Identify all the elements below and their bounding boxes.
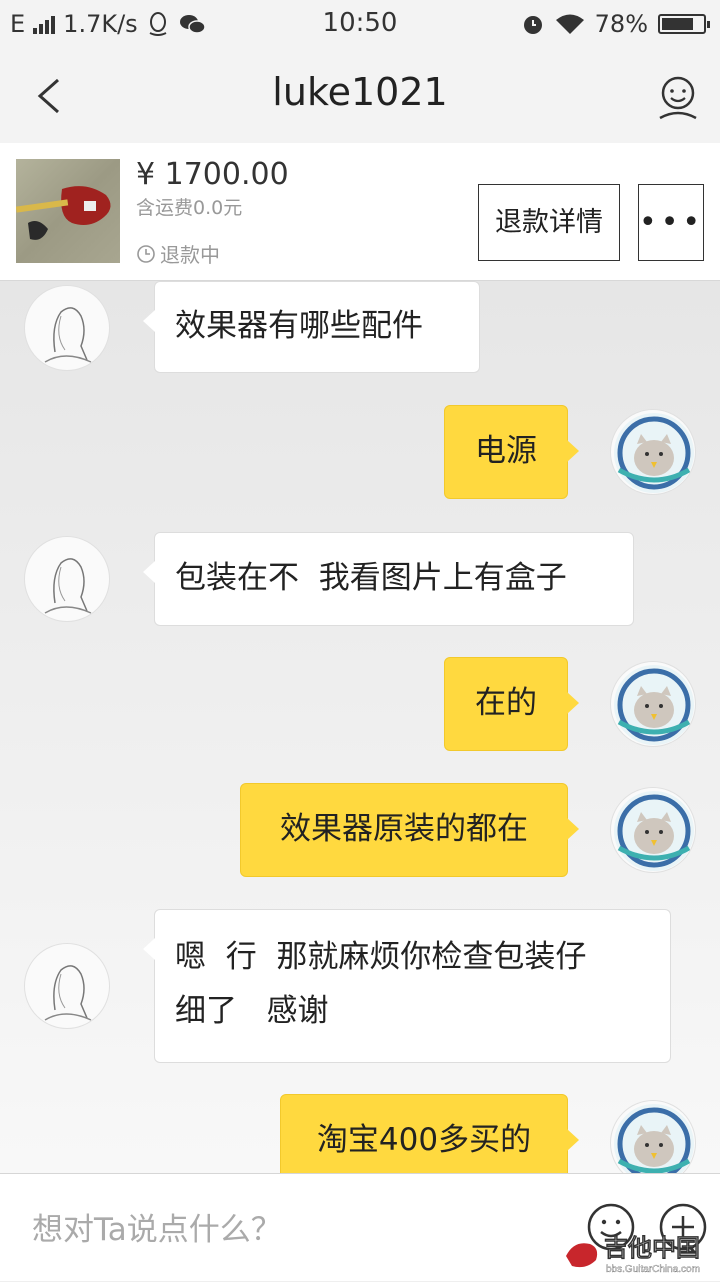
product-price: ¥ 1700.00	[136, 157, 289, 192]
message-bubble-outgoing: 淘宝400多买的	[280, 1094, 579, 1173]
message-bubble-outgoing: 效果器原装的都在	[240, 783, 579, 877]
refund-status: 退款中	[136, 239, 220, 268]
more-dots-icon: •••	[639, 205, 705, 240]
message-bubble-incoming: 包装在不 我看图片上有盒子	[143, 532, 634, 626]
seller-avatar[interactable]	[24, 943, 110, 1029]
battery-fill	[662, 18, 693, 30]
chat-thread[interactable]: 效果器有哪些配件 电源 包装在不 我看图片上有盒子 在的 效果器原装的都在 嗯 …	[0, 281, 720, 1173]
message-bubble-incoming: 嗯 行 那就麻烦你检查包装仔 细了 感谢	[143, 909, 671, 1063]
watermark: 吉他中国 bbs.GuitarChina.com	[560, 1226, 720, 1278]
refund-status-label: 退款中	[160, 243, 220, 267]
clock-icon	[137, 244, 155, 263]
battery-percent: 78%	[594, 10, 648, 38]
status-bar: E 1.7K/s 10:50 78%	[0, 0, 720, 48]
alarm-icon	[523, 16, 542, 34]
refund-details-button[interactable]: 退款详情	[478, 184, 620, 261]
message-input[interactable]: 想对Ta说点什么？	[32, 1204, 282, 1249]
battery-icon	[658, 14, 710, 34]
watermark-title: 吉他中国	[604, 1235, 700, 1262]
user-avatar[interactable]	[610, 787, 696, 873]
guitar-image	[16, 186, 111, 240]
wifi-icon	[555, 14, 584, 34]
message-bubble-outgoing: 电源	[444, 405, 579, 499]
page-title: luke1021	[272, 70, 448, 114]
message-line: 嗯 行 那就麻烦你检查包装仔	[175, 939, 587, 975]
product-thumbnail[interactable]	[16, 159, 120, 263]
message-bubble-outgoing: 在的	[444, 657, 579, 751]
message-bubble-incoming: 效果器有哪些配件	[143, 281, 480, 373]
product-summary: ¥ 1700.00 含运费0.0元 退款中 退款详情 •••	[0, 143, 720, 281]
shipping-fee: 含运费0.0元	[136, 197, 243, 219]
user-avatar[interactable]	[610, 1100, 696, 1173]
user-avatar[interactable]	[610, 661, 696, 747]
seller-avatar[interactable]	[24, 285, 110, 371]
seller-avatar[interactable]	[24, 536, 110, 622]
user-avatar[interactable]	[610, 409, 696, 495]
more-button[interactable]: •••	[638, 184, 704, 261]
message-composer: 想对Ta说点什么？ 吉他中国 bbs.GuitarChina.com	[0, 1173, 720, 1281]
title-bar: luke1021	[0, 48, 720, 144]
watermark-url: bbs.GuitarChina.com	[606, 1264, 700, 1275]
status-right: 78%	[521, 10, 710, 38]
message-line: 细了 感谢	[175, 993, 329, 1029]
profile-icon[interactable]	[658, 76, 698, 120]
